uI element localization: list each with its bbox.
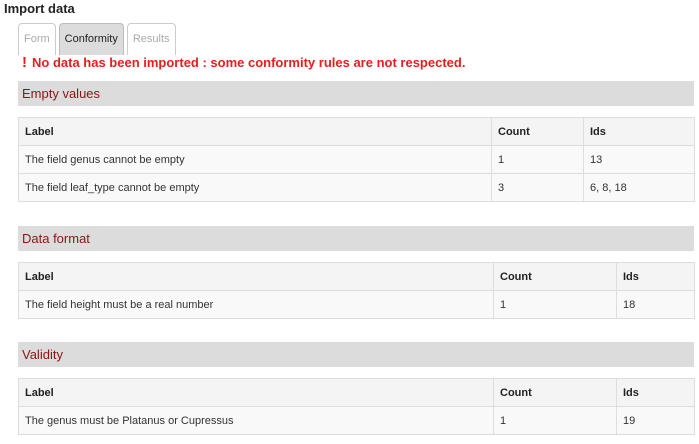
validity-table: Label Count Ids The genus must be Platan… <box>18 378 695 435</box>
column-header-ids: Ids <box>616 262 695 291</box>
column-header-count: Count <box>491 117 584 146</box>
row-label: The field genus cannot be empty <box>18 145 492 174</box>
row-count: 3 <box>491 173 584 202</box>
section-header-empty-values: Empty values <box>18 81 694 106</box>
tab-conformity[interactable]: Conformity <box>58 23 124 55</box>
page-title: Import data <box>4 1 75 16</box>
table-row: The field height must be a real number 1… <box>18 290 695 319</box>
table-row: The field leaf_type cannot be empty 3 6,… <box>18 173 695 202</box>
section-header-validity: Validity <box>18 342 694 367</box>
column-header-count: Count <box>493 262 617 291</box>
row-ids: 18 <box>616 290 695 319</box>
row-count: 1 <box>493 290 617 319</box>
data-format-table: Label Count Ids The field height must be… <box>18 262 695 319</box>
table-row: The genus must be Platanus or Cupressus … <box>18 406 695 435</box>
row-label: The field height must be a real number <box>18 290 494 319</box>
column-header-ids: Ids <box>616 378 695 407</box>
tab-results[interactable]: Results <box>126 23 176 55</box>
error-message: ! No data has been imported : some confo… <box>22 54 465 71</box>
row-ids: 13 <box>583 145 695 174</box>
table-row: The field genus cannot be empty 1 13 <box>18 145 695 174</box>
exclamation-icon: ! <box>22 54 27 71</box>
tab-form[interactable]: Form <box>18 23 56 55</box>
row-count: 1 <box>493 406 617 435</box>
column-header-ids: Ids <box>583 117 695 146</box>
section-header-data-format: Data format <box>18 226 694 251</box>
row-count: 1 <box>491 145 584 174</box>
column-header-count: Count <box>493 378 617 407</box>
tab-bar: Form Conformity Results <box>18 23 179 55</box>
row-label: The field leaf_type cannot be empty <box>18 173 492 202</box>
error-text: No data has been imported : some conform… <box>32 55 466 70</box>
column-header-label: Label <box>18 378 494 407</box>
column-header-label: Label <box>18 262 494 291</box>
table-header-row: Label Count Ids <box>18 262 695 291</box>
column-header-label: Label <box>18 117 492 146</box>
table-header-row: Label Count Ids <box>18 378 695 407</box>
row-label: The genus must be Platanus or Cupressus <box>18 406 494 435</box>
table-header-row: Label Count Ids <box>18 117 695 146</box>
row-ids: 6, 8, 18 <box>583 173 695 202</box>
row-ids: 19 <box>616 406 695 435</box>
empty-values-table: Label Count Ids The field genus cannot b… <box>18 117 695 202</box>
